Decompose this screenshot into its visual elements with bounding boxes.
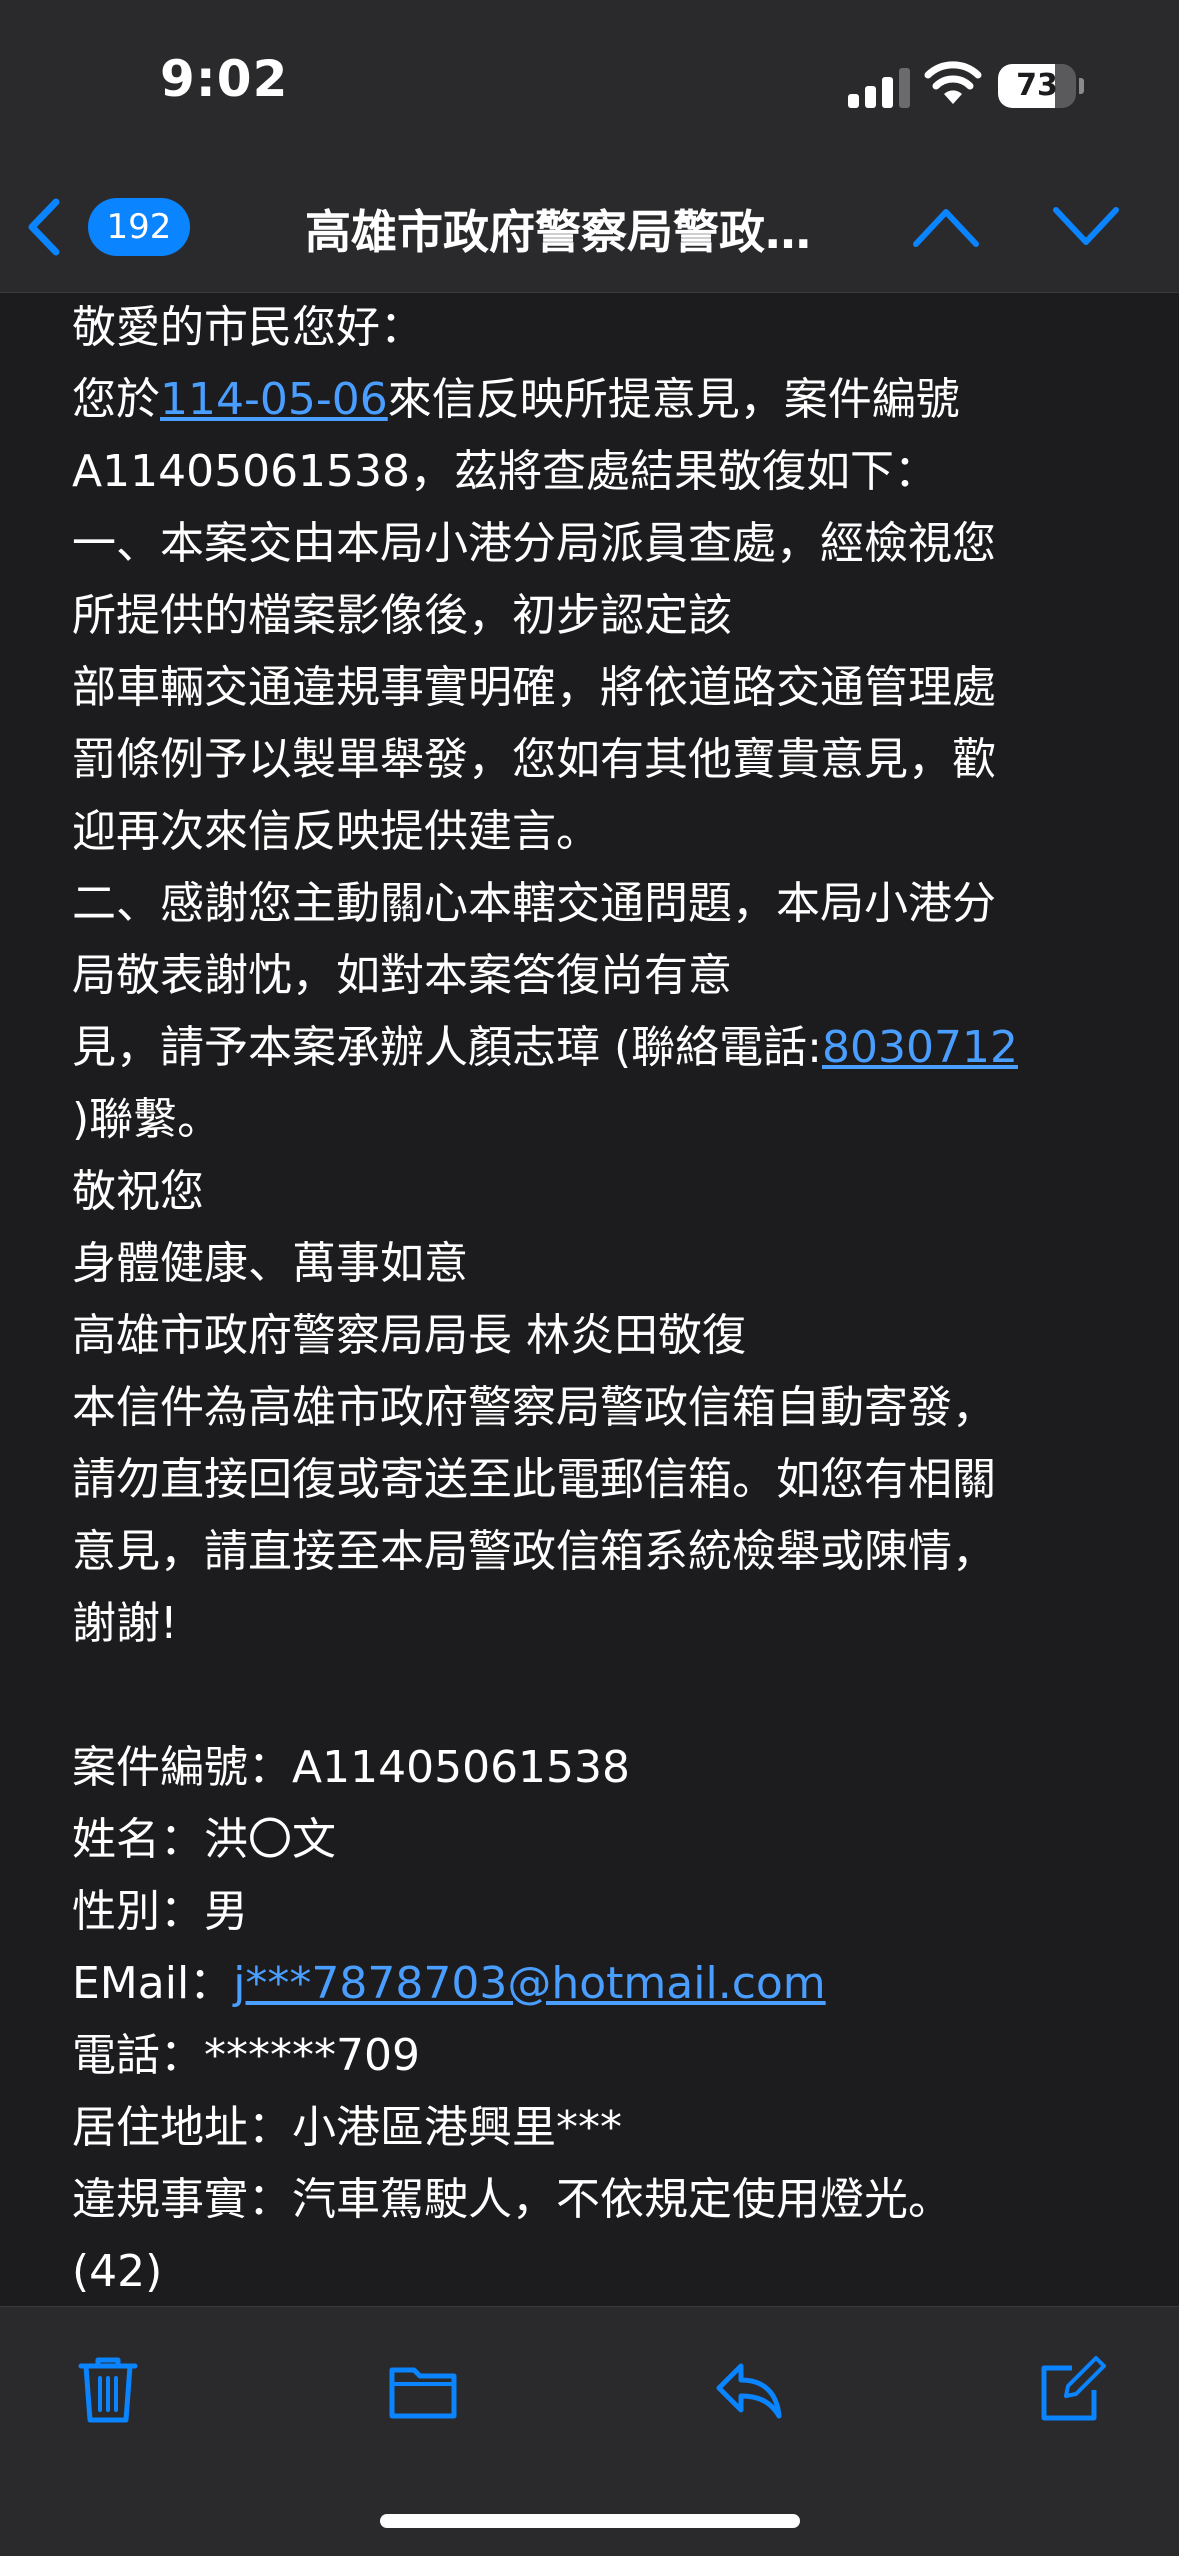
nav-title: 高雄市政府警察局警政… [305,205,811,259]
message-body: 敬愛的市民您好： 您於114-05-06來信反映所提意見，案件編號 A1140506… [72,292,1112,2308]
status-time: 9:02 [160,50,289,108]
back-chevron-icon[interactable] [20,192,70,262]
message-line: 違規事實：汽車駕駛人，不依規定使用燈光。 [72,2174,952,2225]
message-line: 本信件為高雄市政府警察局警政信箱自動寄發， [72,1382,996,1433]
message-line: 部車輛交通違規事實明確，將依道路交通管理處 [72,662,996,713]
message-line: (42) [72,2246,163,2297]
message-line: 迎再次來信反映提供建言。 [72,806,600,857]
message-line: )聯繫。 [72,1094,222,1145]
message-line: 罰條例予以製單舉發，您如有其他寶貴意見，歡 [72,734,996,785]
home-indicator [380,2514,800,2528]
trash-icon[interactable] [73,2352,143,2426]
message-line: 性別：男 [72,1886,248,1937]
message-line: 敬祝您 [72,1166,204,1217]
battery-icon: 73 [998,64,1076,108]
message-line: 姓名：洪〇文 [72,1814,336,1865]
message-link[interactable]: 8030712 [822,1022,1018,1073]
message-line: 局敬表謝忱，如對本案答復尚有意 [72,950,732,1001]
compose-icon[interactable] [1036,2352,1106,2426]
folder-icon[interactable] [388,2352,458,2426]
message-line: A11405061538，茲將查處結果敬復如下： [72,446,939,497]
message-text: 您於 [72,374,160,425]
message-line: 您於114-05-06來信反映所提意見，案件編號 [72,364,1112,436]
battery-percentage: 73 [1016,68,1058,103]
message-link[interactable]: j***7878703@hotmail.com [233,1958,825,2009]
next-message-chevron-down-icon[interactable] [1050,204,1122,250]
message-line: 電話：******709 [72,2030,420,2081]
message-line: 謝謝! [72,1598,178,1649]
message-line: 案件編號：A11405061538 [72,1742,631,1793]
message-line: EMail：j***7878703@hotmail.com [72,1948,1112,2020]
message-line: 身體健康、萬事如意 [72,1238,468,1289]
header-bar: 9:02 73 192 高雄市政府警察局警政… [0,0,1179,293]
message-line: 所提供的檔案影像後，初步認定該 [72,590,732,641]
message-line: 一、本案交由本局小港分局派員查處，經檢視您 [72,518,996,569]
message-line: 二、感謝您主動關心本轄交通問題，本局小港分 [72,878,996,929]
message-text: 見，請予本案承辦人顏志璋 (聯絡電話: [72,1022,822,1073]
message-text: 來信反映所提意見，案件編號 [387,374,960,425]
message-line: 請勿直接回復或寄送至此電郵信箱。如您有相關 [72,1454,996,1505]
message-line: 見，請予本案承辦人顏志璋 (聯絡電話:8030712 [72,1012,1112,1084]
unread-count-badge[interactable]: 192 [88,198,190,256]
message-line: 居住地址：小港區港興里*** [72,2102,622,2153]
cellular-signal-icon [848,68,910,108]
message-text: EMail： [72,1958,234,2009]
wifi-icon [924,61,982,104]
reply-icon[interactable] [713,2352,783,2426]
message-line: 意見，請直接至本局警政信箱系統檢舉或陳情， [72,1526,996,1577]
message-line: 高雄市政府警察局局長 林炎田敬復 [72,1310,746,1361]
previous-message-chevron-up-icon[interactable] [910,204,982,250]
battery-cap [1079,78,1084,94]
message-link[interactable]: 114-05-06 [160,374,388,425]
message-line: 敬愛的市民您好： [72,302,424,353]
